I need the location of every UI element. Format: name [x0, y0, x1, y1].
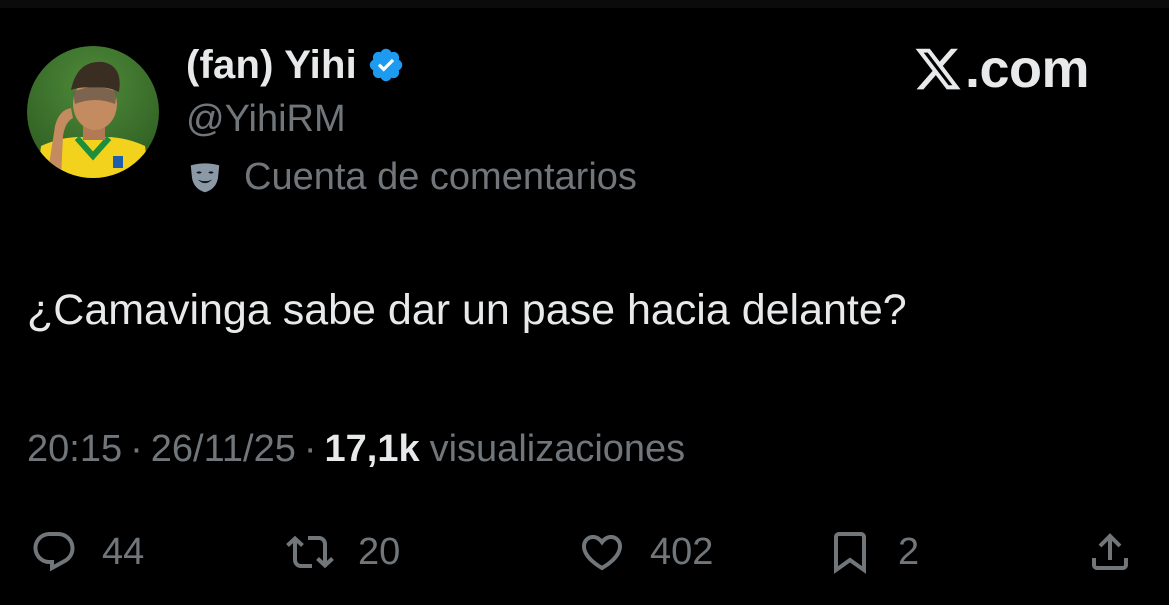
reply-count: 44	[102, 530, 145, 573]
top-edge	[0, 0, 1169, 8]
brand-domain: .com	[965, 39, 1090, 99]
share-icon	[1092, 533, 1128, 570]
account-label-text: Cuenta de comentarios	[244, 156, 637, 198]
action-bar: 44 20 402 2	[0, 520, 1169, 590]
tweet-time[interactable]: 20:15	[27, 428, 122, 471]
avatar-image	[27, 46, 159, 178]
author-display-name[interactable]: (fan) Yihi	[186, 43, 357, 88]
author-handle[interactable]: @YihiRM	[186, 98, 346, 141]
avatar[interactable]	[27, 46, 159, 178]
theater-mask-icon	[190, 162, 220, 192]
tweet-meta: 20:15 · 26/11/25 · 17,1k visualizaciones	[27, 428, 685, 471]
bookmark-count: 2	[898, 530, 920, 573]
views-label: visualizaciones	[429, 428, 686, 470]
heart-icon	[581, 535, 623, 571]
share-button[interactable]	[1086, 520, 1134, 584]
bookmark-icon	[834, 532, 866, 574]
author-name-row: (fan) Yihi	[186, 40, 405, 90]
retweet-icon	[286, 535, 334, 569]
verified-badge-icon	[369, 48, 403, 82]
views-count: 17,1k	[324, 428, 420, 470]
brand-logo: .com	[913, 38, 1090, 100]
bookmark-button[interactable]: 2	[826, 520, 919, 584]
tweet-date[interactable]: 26/11/25	[151, 428, 296, 471]
retweet-count: 20	[358, 530, 401, 573]
reply-button[interactable]: 44	[30, 520, 144, 584]
x-logo-icon	[915, 48, 961, 90]
tweet-text: ¿Camavinga sabe dar un pase hacia delant…	[27, 286, 907, 334]
reply-icon	[33, 532, 75, 572]
retweet-button[interactable]: 20	[286, 520, 400, 584]
account-label: Cuenta de comentarios	[186, 156, 637, 199]
like-button[interactable]: 402	[578, 520, 713, 584]
meta-separator: ·	[303, 428, 317, 470]
meta-separator: ·	[130, 428, 143, 470]
like-count: 402	[650, 530, 714, 573]
